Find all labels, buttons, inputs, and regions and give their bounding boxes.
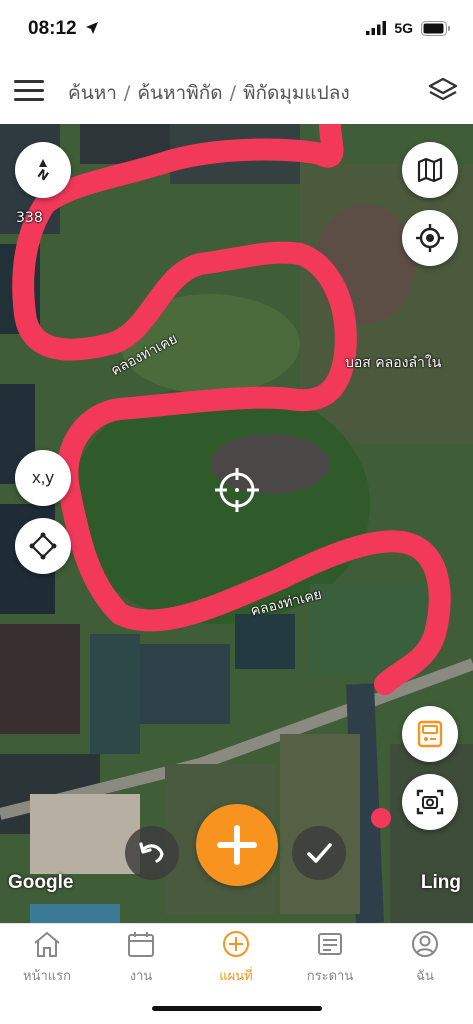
profile-icon bbox=[412, 931, 438, 957]
network-type: 5G bbox=[394, 20, 413, 36]
checkmark-icon bbox=[307, 843, 332, 863]
undo-icon bbox=[139, 842, 164, 863]
signal-icon bbox=[366, 21, 387, 35]
status-indicators: 5G bbox=[366, 20, 451, 36]
route-end-dot bbox=[371, 808, 391, 828]
gps-target-icon bbox=[416, 224, 444, 252]
tab-label: หน้าแรก bbox=[23, 969, 71, 984]
diamond-polygon-icon bbox=[29, 532, 57, 560]
coordinate-input-button[interactable]: x,y bbox=[15, 450, 71, 506]
breadcrumb-item-coordinate-search[interactable]: ค้นหาพิกัด bbox=[137, 82, 222, 104]
satellite-map[interactable]: 338 คลองท่าเคย คลองท่าเคย บอส คลองลำใน N… bbox=[0, 124, 473, 923]
header: ค้นหา / ค้นหาพิกัด / พิกัดมุมแปลง bbox=[0, 58, 473, 124]
google-attribution: Google bbox=[8, 872, 74, 893]
folded-map-icon bbox=[417, 157, 443, 183]
breadcrumb-item-plot-corner: พิกัดมุมแปลง bbox=[242, 82, 350, 104]
ling-attribution: Ling bbox=[420, 872, 461, 893]
plus-icon bbox=[217, 825, 257, 865]
coordinate-button-label: x,y bbox=[32, 468, 54, 487]
tab-jobs[interactable]: งาน bbox=[94, 930, 188, 986]
plus-circle-icon bbox=[223, 931, 249, 957]
layers-icon[interactable] bbox=[427, 76, 459, 106]
device-button[interactable] bbox=[402, 706, 458, 762]
breadcrumb-item-search[interactable]: ค้นหา bbox=[68, 82, 117, 104]
tab-label: ฉัน bbox=[416, 969, 434, 984]
breadcrumb-separator: / bbox=[229, 82, 236, 104]
battery-icon bbox=[421, 20, 450, 36]
tab-board[interactable]: กระดาน bbox=[283, 930, 377, 986]
breadcrumb: ค้นหา / ค้นหาพิกัด / พิกัดมุมแปลง bbox=[68, 78, 350, 108]
clock-text: 08:12 bbox=[28, 18, 77, 39]
confirm-button[interactable] bbox=[292, 826, 346, 880]
undo-button[interactable] bbox=[125, 826, 179, 880]
camera-scan-icon bbox=[416, 789, 444, 815]
my-location-button[interactable] bbox=[402, 210, 458, 266]
compass-button[interactable]: N bbox=[15, 142, 71, 198]
map-type-button[interactable] bbox=[402, 142, 458, 198]
plot-corner-button[interactable] bbox=[15, 518, 71, 574]
tab-profile[interactable]: ฉัน bbox=[378, 930, 472, 986]
tab-label: งาน bbox=[129, 969, 153, 984]
tab-label: แผนที่ bbox=[219, 969, 253, 984]
home-icon bbox=[34, 932, 60, 957]
capture-button[interactable] bbox=[402, 774, 458, 830]
crosshair-icon bbox=[215, 468, 259, 512]
tab-home[interactable]: หน้าแรก bbox=[0, 930, 94, 986]
board-icon bbox=[318, 933, 342, 955]
gnss-device-icon bbox=[417, 720, 443, 748]
menu-icon[interactable] bbox=[14, 80, 44, 102]
location-arrow-icon bbox=[85, 22, 98, 34]
tab-map[interactable]: แผนที่ bbox=[189, 930, 283, 986]
tab-label: กระดาน bbox=[306, 969, 354, 984]
status-time: 08:12 bbox=[28, 18, 99, 40]
breadcrumb-separator: / bbox=[123, 82, 131, 104]
add-point-button[interactable] bbox=[196, 804, 278, 886]
poi-label: บอส คลองลำใน bbox=[345, 355, 442, 371]
calendar-icon bbox=[128, 932, 154, 957]
status-bar: 08:12 5G bbox=[0, 0, 473, 58]
road-number-label: 338 bbox=[16, 210, 43, 226]
home-indicator bbox=[152, 1006, 322, 1011]
